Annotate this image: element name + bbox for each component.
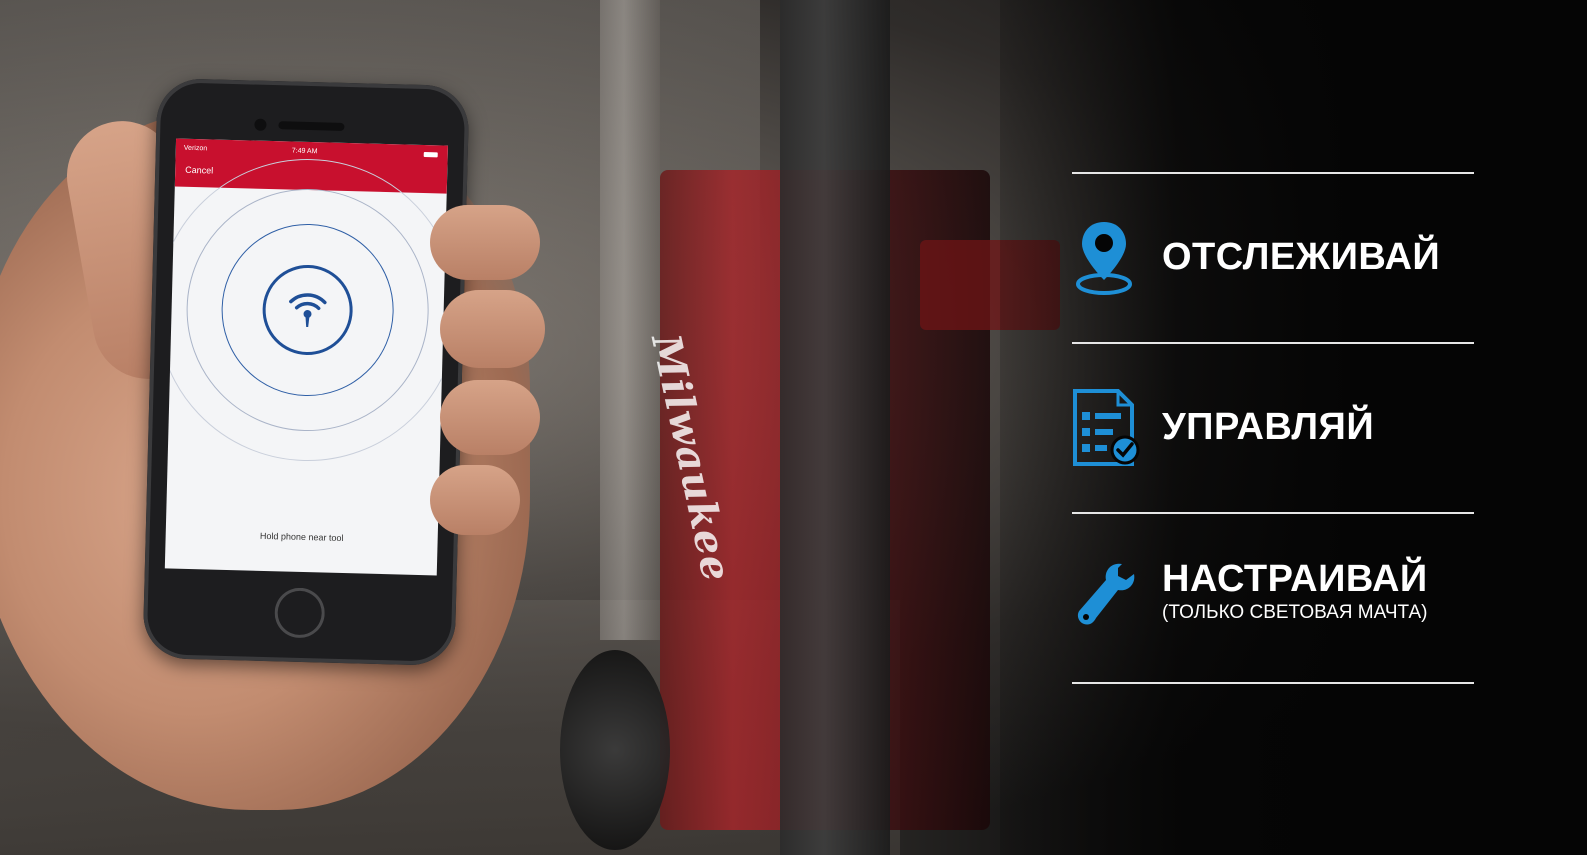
feature-subtitle: (ТОЛЬКО СВЕТОВАЯ МАЧТА)	[1162, 602, 1428, 623]
status-time: 7:49 AM	[291, 147, 318, 156]
feature-title: УПРАВЛЯЙ	[1162, 406, 1375, 448]
map-pin-icon	[1072, 218, 1142, 298]
feature-item-track: ОТСЛЕЖИВАЙ	[1072, 174, 1474, 342]
cancel-button[interactable]: Cancel	[185, 165, 213, 176]
wrench-icon	[1072, 558, 1142, 638]
feature-item-manage: УПРАВЛЯЙ	[1072, 344, 1474, 512]
checklist-document-icon	[1072, 388, 1142, 468]
divider	[1072, 682, 1474, 684]
tool-frame	[780, 0, 890, 855]
light-mast-pole	[600, 0, 660, 640]
hand-finger	[440, 290, 545, 368]
battery-icon	[423, 152, 438, 158]
hand-finger	[430, 465, 520, 535]
phone-screen: Verizon 7:49 AM Cancel Hold phone near t…	[164, 138, 448, 576]
smartphone: Verizon 7:49 AM Cancel Hold phone near t…	[142, 78, 470, 666]
camera-icon	[254, 118, 267, 131]
carrier-status: Verizon	[183, 144, 208, 153]
phone-hint-text: Hold phone near tool	[259, 530, 344, 544]
feature-list: ОТСЛЕЖИВАЙ УПРАВЛЯЙ НАСТРАИВАЙ (ТОЛЬКО С…	[1072, 172, 1474, 684]
feature-item-configure: НАСТРАИВАЙ (ТОЛЬКО СВЕТОВАЯ МАЧТА)	[1072, 514, 1474, 682]
home-button	[274, 587, 325, 638]
feature-title: ОТСЛЕЖИВАЙ	[1162, 236, 1441, 278]
hand-finger	[430, 205, 540, 280]
feature-title: НАСТРАИВАЙ	[1162, 558, 1428, 600]
hero-banner: Milwaukee Verizon 7:49 AM Cancel Hold ph…	[0, 0, 1587, 855]
tool-wheel	[560, 650, 670, 850]
hand-finger	[440, 380, 540, 455]
phone-speaker	[278, 121, 345, 131]
